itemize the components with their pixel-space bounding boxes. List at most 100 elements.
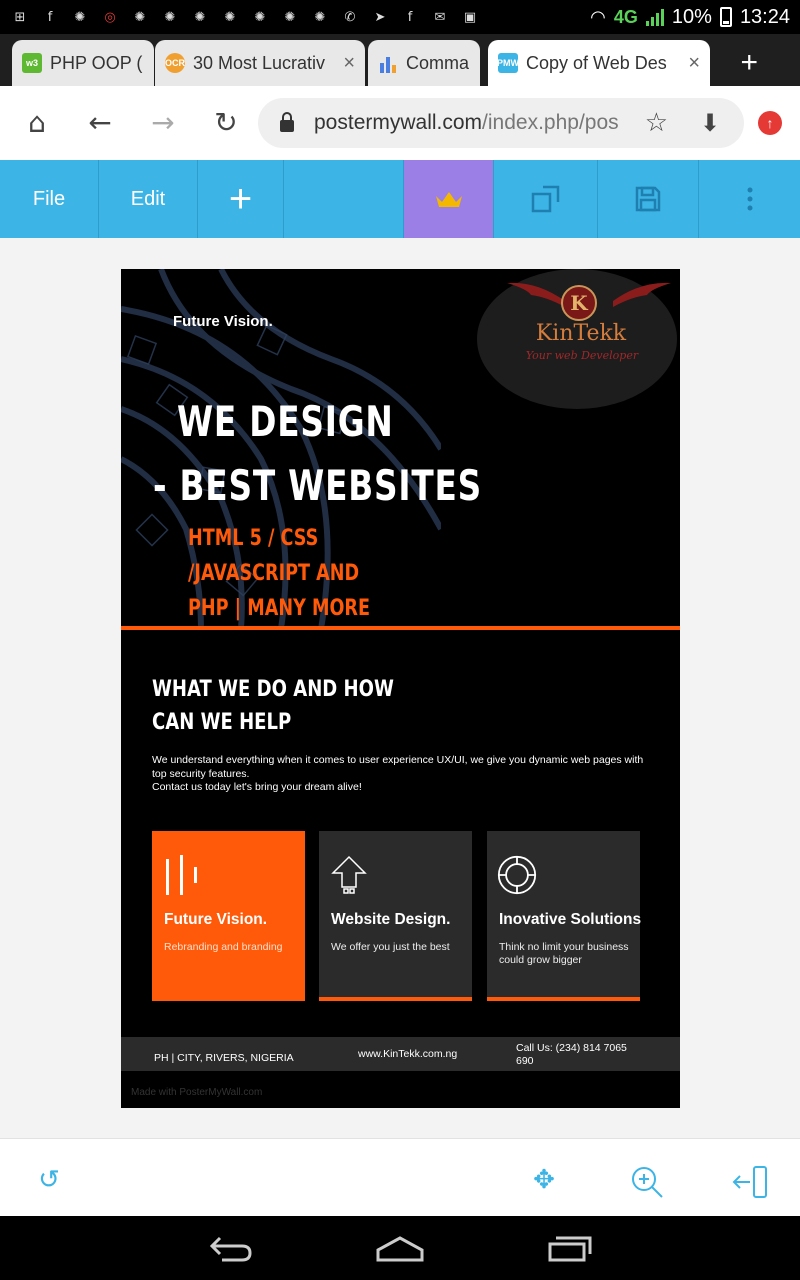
poster-headline-line1: WE DESIGN [177,397,394,446]
card-accent-bar [319,997,472,1001]
nbc-icon: ✺ [284,9,296,25]
back-icon[interactable]: ← [85,108,115,138]
tab-title: Comma [406,52,470,73]
download-icon[interactable]: ⬇ [700,109,720,137]
file-menu-button[interactable]: File [0,160,99,238]
bottom-toolbar: ↺ ✥ [0,1138,800,1216]
lock-icon [280,112,294,132]
nbc-icon: ✺ [254,9,266,25]
logo-left-wing-icon [507,282,565,307]
logo-name: KinTekk [535,321,627,346]
facebook-icon: f [47,9,53,25]
opera-icon: ◎ [104,9,116,25]
exit-panel-icon[interactable] [732,1165,767,1198]
poster-footer: PH | CITY, RIVERS, NIGERIA www.KinTekk.c… [121,1037,680,1071]
tech-line: PHP | MANY MORE [188,596,370,621]
tab-comma[interactable]: Comma [368,40,480,86]
logo-tagline: Your web Developer [525,349,639,362]
move-icon[interactable]: ✥ [529,1165,559,1195]
update-icon[interactable]: ↑ [758,111,782,135]
ocr-favicon-icon: OCR [165,53,185,73]
plus-icon: ⊞ [14,9,26,25]
home-nav-icon[interactable] [374,1232,426,1264]
feature-card: Future Vision. Rebranding and branding [152,831,305,1001]
add-button[interactable]: + [198,160,284,238]
system-nav-bar [0,1216,800,1280]
url-host: postermywall.com [314,111,483,134]
zoom-in-icon[interactable] [630,1165,663,1198]
home-icon[interactable]: ⌂ [22,108,52,138]
footer-phone: Call Us: (234) 814 7065 [516,1042,627,1054]
crown-icon [435,192,462,207]
heading-line: CAN WE HELP [152,710,292,735]
footer-phone-cont: 690 [516,1055,534,1067]
tab-title: PHP OOP ( [50,52,143,73]
more-vertical-icon [747,187,752,211]
poster-tech-list: HTML 5 / CSS /JAVASCRIPT AND PHP | MANY … [188,521,370,626]
tab-title: 30 Most Lucrativ [193,52,326,73]
nbc-icon: ✺ [314,9,326,25]
card-text: Think no limit your business could grow … [499,941,629,966]
gallery-icon: ▣ [463,9,477,25]
nbc-icon: ✺ [74,9,86,25]
tab-title: Copy of Web Des [526,52,667,73]
url-path: /index.php/pos [482,111,619,134]
heading-line: WHAT WE DO AND HOW [152,677,394,702]
edit-menu-button[interactable]: Edit [99,160,198,238]
signal-icon [645,8,664,26]
status-bar: ⊞ f ✺ ◎ ✺ ✺ ✺ ✺ ✺ ✺ ✺ ✆ ➤ f ✉ ▣ ◠ 4G 10%… [0,0,800,34]
poster-brand: Future Vision. [173,313,273,330]
plus-icon: + [228,177,253,221]
card-accent-bar [487,997,640,1001]
design-canvas[interactable]: K KinTekk Your web Developer Future Visi… [0,238,800,1138]
chart-favicon-icon [378,53,398,73]
tab-copy-of-web-design[interactable]: PMW Copy of Web Des × [488,40,710,86]
whatsapp-icon: ✆ [344,9,356,25]
tab-php-oop[interactable]: w3 PHP OOP ( [12,40,154,86]
close-icon[interactable]: × [688,52,700,75]
premium-button[interactable] [404,160,494,238]
postermywall-favicon-icon: PMW [497,53,519,73]
tab-strip: w3 PHP OOP ( OCR 30 Most Lucrativ × Comm… [0,34,800,86]
arrow-up-icon [331,855,367,894]
new-tab-button[interactable]: + [740,48,758,78]
card-title: Inovative Solutions [499,911,642,928]
nbc-icon: ✺ [194,9,206,25]
section-paragraph: We understand everything when it comes t… [152,754,652,795]
card-title: Website Design. [331,911,451,928]
tab-lucrative[interactable]: OCR 30 Most Lucrativ × [155,40,365,86]
network-type: 4G [613,6,638,27]
feature-card: Website Design. We offer you just the be… [319,831,472,1001]
more-options-button[interactable] [699,160,800,238]
recents-nav-icon[interactable] [546,1232,594,1264]
save-icon [635,186,661,212]
nbc-icon: ✺ [134,9,146,25]
close-icon[interactable]: × [343,52,355,75]
poster[interactable]: K KinTekk Your web Developer Future Visi… [121,269,680,1108]
watermark: Made with PosterMyWall.com [131,1087,263,1098]
toolbar-spacer [284,160,404,238]
clock: 13:24 [739,5,790,28]
section-heading: WHAT WE DO AND HOW CAN WE HELP [152,673,394,739]
bookmark-star-icon[interactable]: ☆ [645,108,668,138]
ring-icon [497,855,537,895]
back-nav-icon[interactable] [208,1232,254,1264]
facebook-icon: f [407,9,413,25]
gmail-icon: ✉ [434,9,446,25]
logo-badge: K [561,285,597,321]
paragraph-line: Contact us today let's bring your dream … [152,781,362,793]
resize-button[interactable] [494,160,598,238]
editor-toolbar: File Edit + [0,160,800,238]
undo-icon[interactable]: ↺ [34,1165,64,1195]
resize-icon [531,185,559,213]
forward-icon[interactable]: → [148,108,178,138]
telegram-icon: ➤ [374,9,386,25]
orange-divider [121,626,680,630]
wifi-icon: ◠ [590,6,606,28]
url-field[interactable]: postermywall.com/index.php/pos ☆ ⬇ [258,98,744,148]
reload-icon[interactable]: ↻ [211,108,241,138]
card-title: Future Vision. [164,911,268,928]
footer-website: www.KinTekk.com.ng [358,1048,458,1060]
tech-line: HTML 5 / CSS [188,526,319,551]
save-button[interactable] [598,160,699,238]
